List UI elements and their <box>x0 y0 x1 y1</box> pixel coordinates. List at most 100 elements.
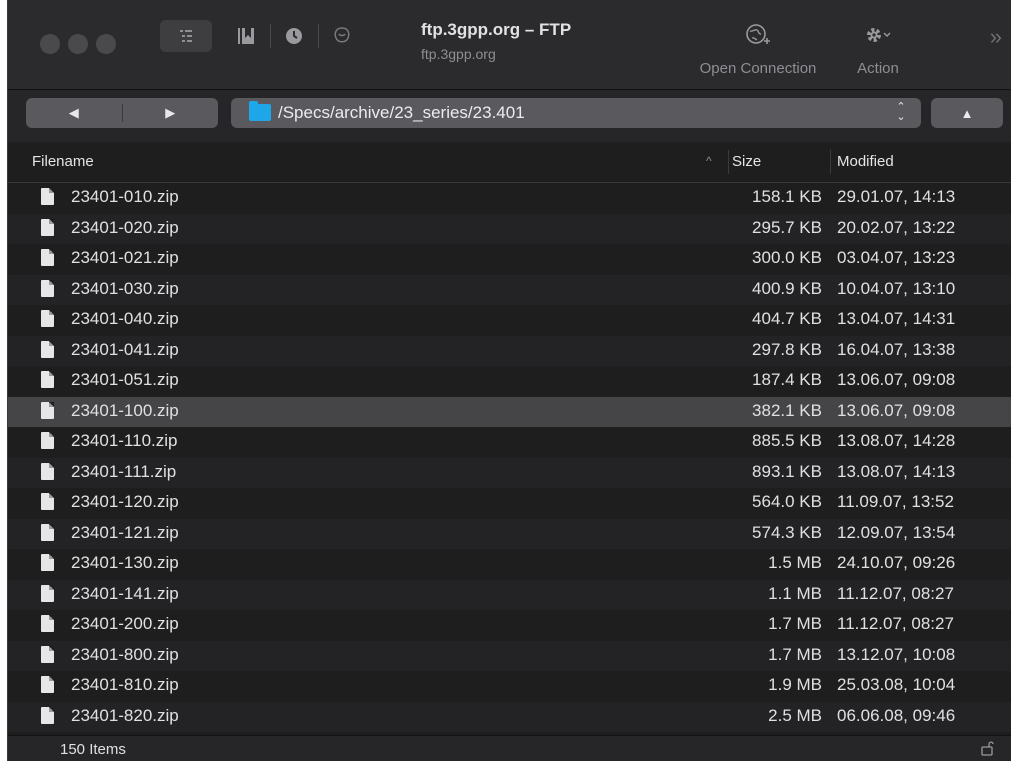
file-size: 382.1 KB <box>752 400 822 420</box>
file-name: 23401-810.zip <box>71 675 179 694</box>
file-row[interactable]: 23401-120.zip 564.0 KB 11.09.07, 13:52 <box>8 488 1011 519</box>
current-path: /Specs/archive/23_series/23.401 <box>278 103 525 122</box>
file-row[interactable]: 23401-121.zip 574.3 KB 12.09.07, 13:54 <box>8 518 1011 549</box>
file-modified: 29.01.07, 14:13 <box>837 187 956 206</box>
file-modified: 11.09.07, 13:52 <box>837 492 954 511</box>
file-name: 23401-100.zip <box>71 400 179 420</box>
overflow-chevron-icon[interactable]: » <box>990 24 1002 50</box>
unlocked-padlock-icon[interactable] <box>980 740 994 759</box>
document-icon <box>41 493 54 510</box>
file-name: 23401-030.zip <box>71 278 179 298</box>
document-icon <box>41 645 54 663</box>
up-triangle-icon: ▲ <box>960 105 974 121</box>
history-clock-icon <box>286 28 302 44</box>
back-button[interactable]: ◀ <box>26 98 122 128</box>
document-icon <box>41 401 54 419</box>
forward-button[interactable]: ▶ <box>123 98 219 128</box>
file-row[interactable]: 23401-110.zip 885.5 KB 13.08.07, 14:28 <box>8 427 1011 458</box>
file-modified: 11.12.07, 08:27 <box>837 614 954 633</box>
file-row[interactable]: 23401-130.zip 1.5 MB 24.10.07, 09:26 <box>8 549 1011 580</box>
modified-column-header[interactable]: Modified <box>837 153 894 170</box>
file-name: 23401-111.zip <box>71 461 177 481</box>
file-modified: 25.03.08, 10:04 <box>837 675 956 694</box>
file-row[interactable]: 23401-021.zip 300.0 KB 03.04.07, 13:23 <box>8 244 1011 275</box>
open-connection-label: Open Connection <box>699 60 817 77</box>
file-list[interactable]: 23401-010.zip 158.1 KB 29.01.07, 14:13 2… <box>8 183 1011 735</box>
file-modified: 13.06.07, 09:08 <box>837 400 956 420</box>
file-size: 885.5 KB <box>752 431 822 450</box>
file-size: 2.5 MB <box>768 705 822 725</box>
file-row[interactable]: 23401-810.zip 1.9 MB 25.03.08, 10:04 <box>8 671 1011 702</box>
action-menu-button[interactable]: Action <box>846 18 910 77</box>
column-header: Filename ^ Size Modified <box>8 142 1011 183</box>
file-row[interactable]: 23401-051.zip 187.4 KB 13.06.07, 09:08 <box>8 366 1011 397</box>
path-popup[interactable]: /Specs/archive/23_series/23.401 ⌃ ⌄ <box>231 98 921 128</box>
document-icon <box>41 218 54 236</box>
file-size: 297.8 KB <box>752 339 822 359</box>
filename-column-header[interactable]: Filename <box>32 153 94 170</box>
file-modified: 11.12.07, 08:27 <box>837 583 954 603</box>
window-subtitle: ftp.3gpp.org <box>421 46 496 62</box>
bonjour-button[interactable] <box>328 20 356 52</box>
file-size: 404.7 KB <box>752 309 822 328</box>
file-row[interactable]: 23401-041.zip 297.8 KB 16.04.07, 13:38 <box>8 335 1011 366</box>
history-button[interactable] <box>280 20 308 52</box>
file-row[interactable]: 23401-040.zip 404.7 KB 13.04.07, 14:31 <box>8 305 1011 336</box>
file-name: 23401-040.zip <box>71 309 179 328</box>
close-window-button[interactable] <box>40 34 60 54</box>
bookmarks-button[interactable] <box>232 20 260 52</box>
file-row[interactable]: 23401-200.zip 1.7 MB 11.12.07, 08:27 <box>8 610 1011 641</box>
document-icon <box>41 706 54 724</box>
file-row[interactable]: 23401-111.zip 893.1 KB 13.08.07, 14:13 <box>8 457 1011 488</box>
back-forward-control: ◀ ▶ <box>26 98 218 128</box>
document-icon <box>41 554 54 571</box>
file-row[interactable]: 23401-030.zip 400.9 KB 10.04.07, 13:10 <box>8 274 1011 305</box>
file-size: 574.3 KB <box>752 522 822 542</box>
sort-ascending-icon: ^ <box>706 154 712 168</box>
file-modified: 12.09.07, 13:54 <box>837 522 956 542</box>
gear-icon <box>846 18 910 50</box>
document-icon <box>41 249 54 266</box>
file-name: 23401-041.zip <box>71 339 179 359</box>
file-name: 23401-051.zip <box>71 370 179 389</box>
file-row[interactable]: 23401-800.zip 1.7 MB 13.12.07, 10:08 <box>8 640 1011 671</box>
file-row[interactable]: 23401-100.zip 382.1 KB 13.06.07, 09:08 <box>8 396 1011 427</box>
window-title: ftp.3gpp.org – FTP <box>421 20 572 39</box>
parent-directory-button[interactable]: ▲ <box>931 98 1003 128</box>
file-name: 23401-010.zip <box>71 187 179 206</box>
open-connection-button[interactable]: Open Connection <box>682 18 834 77</box>
document-icon <box>41 340 54 358</box>
popup-updown-icon: ⌃ ⌄ <box>896 101 906 123</box>
document-icon <box>41 676 54 693</box>
globe-plus-icon <box>682 18 834 50</box>
outline-toggle-button[interactable] <box>160 20 212 52</box>
document-icon <box>41 584 54 602</box>
file-name: 23401-110.zip <box>71 431 178 450</box>
status-bar: 150 Items <box>8 735 1011 761</box>
item-count: 150 Items <box>60 741 126 758</box>
size-column-header[interactable]: Size <box>732 153 761 170</box>
file-size: 1.7 MB <box>768 644 822 664</box>
document-icon <box>41 432 54 449</box>
file-size: 1.9 MB <box>768 675 822 694</box>
file-row[interactable]: 23401-141.zip 1.1 MB 11.12.07, 08:27 <box>8 579 1011 610</box>
bonjour-icon <box>334 27 350 43</box>
file-row[interactable]: 23401-020.zip 295.7 KB 20.02.07, 13:22 <box>8 213 1011 244</box>
file-row[interactable]: 23401-820.zip 2.5 MB 06.06.08, 09:46 <box>8 701 1011 732</box>
file-size: 295.7 KB <box>752 217 822 237</box>
file-row[interactable]: 23401-010.zip 158.1 KB 29.01.07, 14:13 <box>8 183 1011 214</box>
file-modified: 10.04.07, 13:10 <box>837 278 956 298</box>
minimize-window-button[interactable] <box>68 34 88 54</box>
zoom-window-button[interactable] <box>96 34 116 54</box>
document-icon <box>41 310 54 327</box>
document-icon <box>41 188 54 205</box>
ftp-browser-window: ftp.3gpp.org – FTP ftp.3gpp.org Open Con… <box>7 0 1011 761</box>
file-size: 158.1 KB <box>752 187 822 206</box>
file-modified: 06.06.08, 09:46 <box>837 705 956 725</box>
file-modified: 20.02.07, 13:22 <box>837 217 956 237</box>
file-modified: 13.06.07, 09:08 <box>837 370 956 389</box>
file-name: 23401-130.zip <box>71 553 179 572</box>
toolbar: ftp.3gpp.org – FTP ftp.3gpp.org Open Con… <box>8 0 1011 89</box>
file-size: 187.4 KB <box>752 370 822 389</box>
file-name: 23401-820.zip <box>71 705 179 725</box>
